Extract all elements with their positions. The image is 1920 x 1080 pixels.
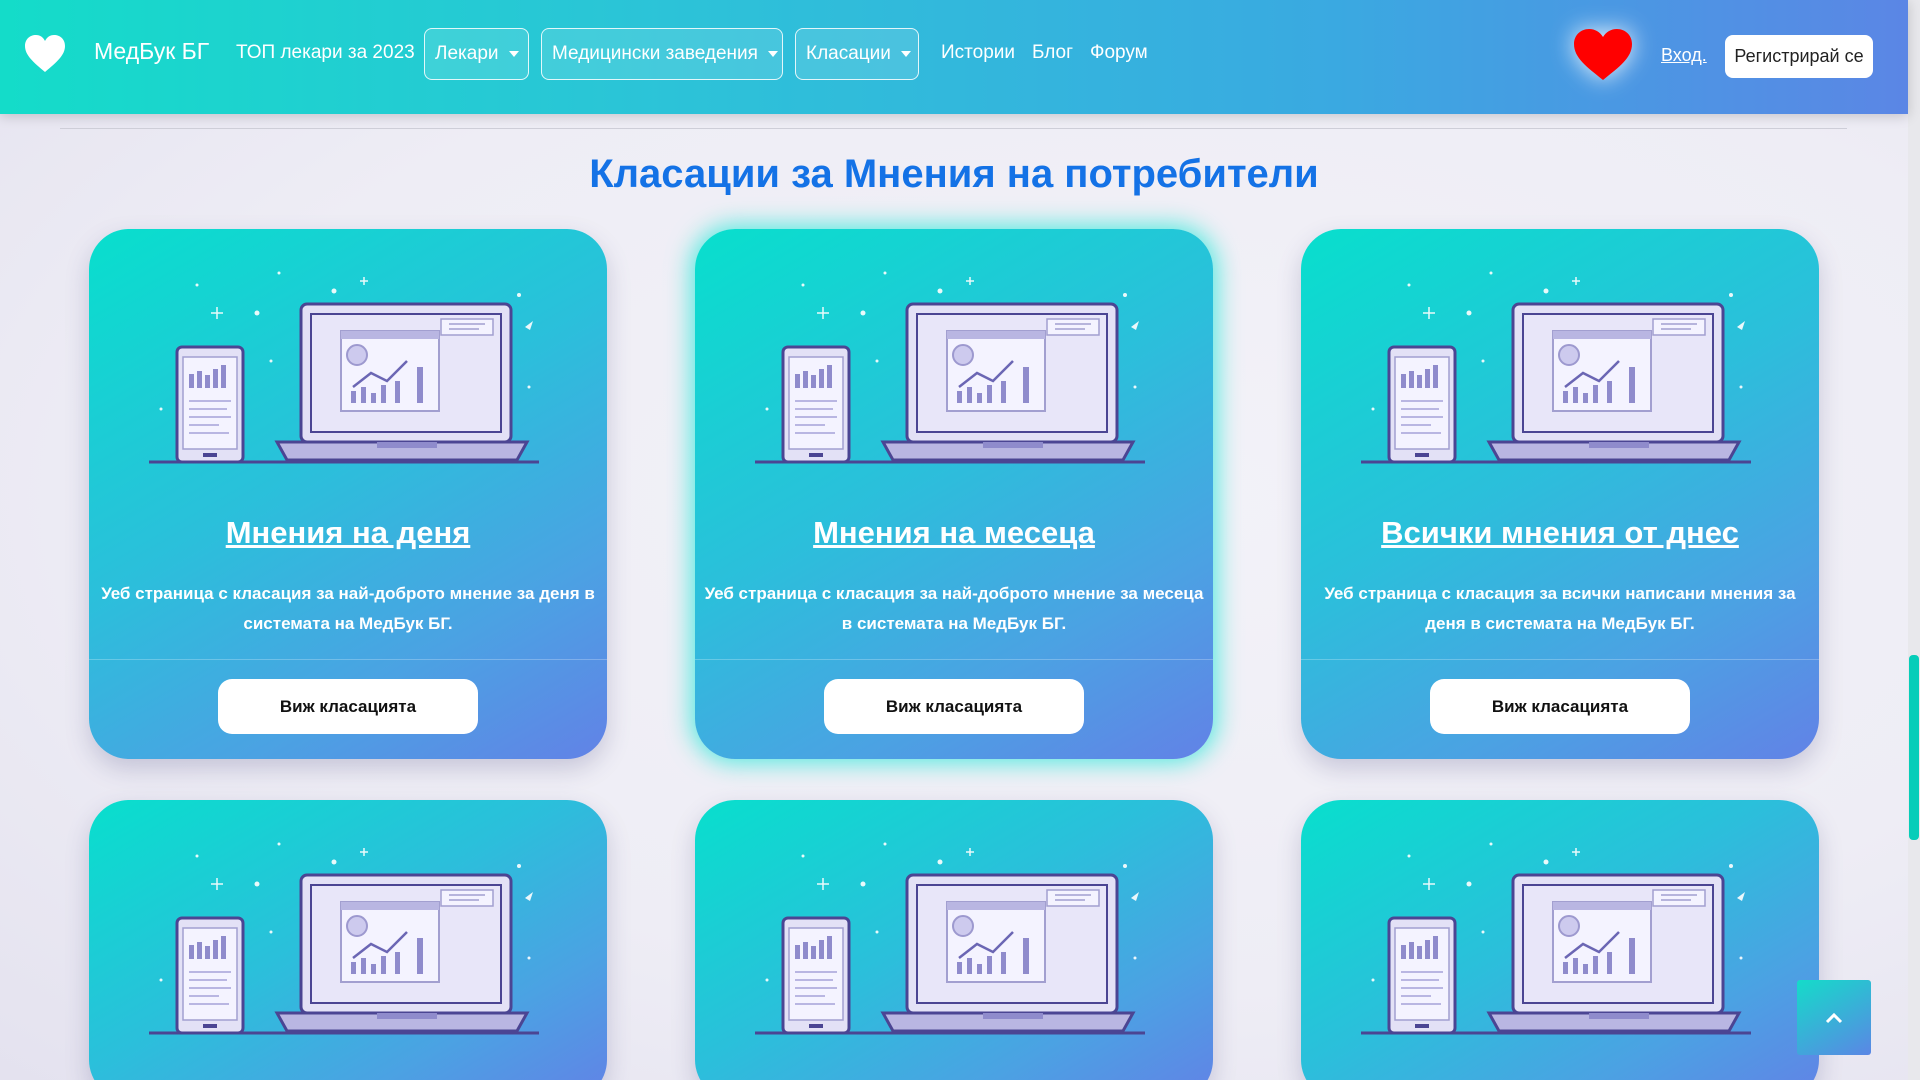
nav-dropdown-rankings[interactable]: Класации: [795, 28, 919, 80]
card-title[interactable]: Мнения на деня: [89, 515, 607, 551]
chevron-down-icon: [900, 51, 911, 57]
nav-dropdown-label: Лекари: [435, 43, 499, 64]
scrollbar-track[interactable]: [1908, 0, 1920, 1080]
card-divider: [695, 659, 1213, 660]
section-title: Класации за Мнения на потребители: [589, 152, 1319, 196]
favorites-heart-icon[interactable]: [1572, 28, 1634, 82]
ranking-card-month: Мнения на месеца Уеб страница с класация…: [695, 229, 1213, 759]
laptop-phone-chart-illustration: [149, 271, 539, 464]
view-ranking-button[interactable]: Виж класацията: [824, 679, 1084, 734]
nav-dropdown-label: Класации: [806, 43, 891, 64]
register-button[interactable]: Регистрирай се: [1725, 35, 1873, 78]
ranking-card: [695, 800, 1213, 1080]
brand-name[interactable]: МедБук БГ: [94, 38, 209, 65]
card-divider: [1301, 659, 1819, 660]
scrollbar-thumb[interactable]: [1909, 655, 1919, 840]
ranking-card: [1301, 800, 1819, 1080]
card-description: Уеб страница с класация за всички написа…: [1324, 584, 1796, 633]
top-navbar: МедБук БГ ТОП лекари за 2023 Лекари Меди…: [0, 0, 1908, 114]
nav-blog[interactable]: Блог: [1032, 42, 1073, 64]
chevron-up-icon: [1825, 1012, 1843, 1023]
card-description: Уеб страница с класация за най-доброто м…: [101, 584, 595, 633]
nav-dropdown-medical-facilities[interactable]: Медицински заведения: [541, 28, 783, 80]
nav-forum[interactable]: Форум: [1090, 42, 1148, 64]
ranking-card: [89, 800, 607, 1080]
ranking-card-day: Мнения на деня Уеб страница с класация з…: [89, 229, 607, 759]
card-divider: [89, 659, 607, 660]
main-panel: Класации за Мнения на потребители Мнения…: [0, 114, 1908, 1080]
laptop-phone-chart-illustration: [755, 842, 1145, 1035]
back-to-top-button[interactable]: [1797, 980, 1871, 1055]
laptop-phone-chart-illustration: [1361, 842, 1751, 1035]
nav-dropdown-label: Медицински заведения: [552, 43, 758, 64]
view-ranking-button[interactable]: Виж класацията: [218, 679, 478, 734]
nav-top-doctors[interactable]: ТОП лекари за 2023: [236, 42, 415, 64]
chevron-down-icon: [508, 51, 519, 57]
card-title[interactable]: Мнения на месеца: [695, 515, 1213, 551]
laptop-phone-chart-illustration: [149, 842, 539, 1035]
nav-dropdown-doctors[interactable]: Лекари: [424, 28, 529, 80]
ranking-card-today-all: Всички мнения от днес Уеб страница с кла…: [1301, 229, 1819, 759]
laptop-phone-chart-illustration: [1361, 271, 1751, 464]
card-title[interactable]: Всички мнения от днес: [1301, 515, 1819, 551]
nav-stories[interactable]: Истории: [941, 42, 1015, 64]
divider: [60, 128, 1847, 129]
card-description: Уеб страница с класация за най-доброто м…: [704, 584, 1204, 633]
login-link[interactable]: Вход.: [1661, 45, 1707, 66]
brand-heart-icon[interactable]: [23, 34, 67, 74]
laptop-phone-chart-illustration: [755, 271, 1145, 464]
view-ranking-button[interactable]: Виж класацията: [1430, 679, 1690, 734]
chevron-down-icon: [767, 51, 778, 57]
